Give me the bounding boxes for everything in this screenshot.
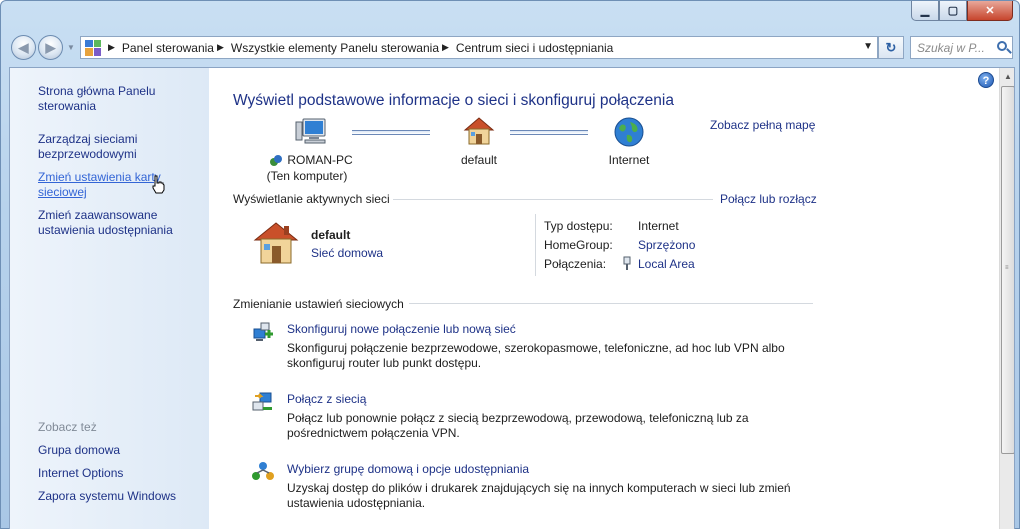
sidebar-link-control-panel-home[interactable]: Strona główna Panelu sterowania xyxy=(38,84,198,114)
connect-to-network-desc: Połącz lub ponownie połącz z siecią bezp… xyxy=(287,411,749,440)
section-divider xyxy=(409,303,813,304)
globe-icon xyxy=(614,117,644,147)
map-node-default[interactable]: default xyxy=(445,152,513,168)
see-also-heading: Zobacz też xyxy=(38,420,97,434)
computer-icon xyxy=(295,118,326,144)
arrow-left-icon: ◀ xyxy=(18,39,29,55)
map-connector-line xyxy=(352,130,430,135)
scroll-up-icon[interactable]: ▲ xyxy=(1004,72,1012,81)
access-type-value: Internet xyxy=(638,219,679,233)
help-icon: ? xyxy=(982,75,990,87)
grip-icon: ≡ xyxy=(1005,265,1009,271)
breadcrumb-network-center[interactable]: Centrum sieci i udostępniania xyxy=(456,41,613,55)
hand-cursor-icon xyxy=(152,175,165,194)
breadcrumb-chevron-icon[interactable]: ▶ xyxy=(217,42,224,53)
map-connector-line xyxy=(510,130,588,135)
address-bar[interactable]: ▶ Panel sterowania ▶ Wszystkie elementy … xyxy=(80,36,878,59)
refresh-button[interactable]: ↻ xyxy=(878,36,904,59)
change-settings-heading: Zmienianie ustawień sieciowych xyxy=(233,297,404,311)
control-panel-icon xyxy=(85,39,101,56)
setup-new-connection-link[interactable]: Skonfiguruj nowe połączenie lub nową sie… xyxy=(287,322,516,336)
maximize-button[interactable]: ▢ xyxy=(939,1,967,21)
network-status-icon xyxy=(270,155,282,166)
homegroup-sharing-link[interactable]: Wybierz grupę domową i opcje udostępnian… xyxy=(287,462,529,476)
access-type-label: Typ dostępu: xyxy=(544,219,613,233)
local-area-connection-link[interactable]: Local Area xyxy=(638,257,695,271)
setup-new-connection-desc: Skonfiguruj połączenie bezprzewodowe, sz… xyxy=(287,341,785,370)
house-icon xyxy=(253,222,299,264)
help-button[interactable]: ? xyxy=(978,72,994,88)
ethernet-cable-icon xyxy=(623,256,631,270)
connections-label: Połączenia: xyxy=(544,257,607,271)
breadcrumb-chevron-icon[interactable]: ▶ xyxy=(442,42,449,53)
sidebar: Strona główna Panelu sterowania Zarządza… xyxy=(10,68,209,529)
maximize-icon: ▢ xyxy=(947,5,959,17)
close-button[interactable]: ✕ xyxy=(967,1,1013,21)
page-title: Wyświetl podstawowe informacje o sieci i… xyxy=(233,92,674,109)
breadcrumb-control-panel[interactable]: Panel sterowania xyxy=(122,41,214,55)
network-type-link[interactable]: Sieć domowa xyxy=(311,246,383,260)
search-icon[interactable] xyxy=(997,41,1007,51)
forward-button[interactable]: ▶ xyxy=(38,35,63,60)
minimize-icon: ▁ xyxy=(920,5,930,17)
sidebar-link-advanced-sharing[interactable]: Zmień zaawansowane ustawienia udostępnia… xyxy=(38,208,198,238)
vertical-divider xyxy=(535,214,536,276)
sidebar-link-homegroup[interactable]: Grupa domowa xyxy=(38,443,120,457)
vertical-scrollbar[interactable]: ▲ ≡ xyxy=(999,68,1014,529)
map-node-internet[interactable]: Internet xyxy=(594,152,664,168)
content-area: Strona główna Panelu sterowania Zarządza… xyxy=(9,67,1015,529)
main-panel: Wyświetl podstawowe informacje o sieci i… xyxy=(209,68,999,529)
breadcrumb-chevron-icon[interactable]: ▶ xyxy=(108,42,115,53)
homegroup-label: HomeGroup: xyxy=(544,238,613,252)
connect-disconnect-link[interactable]: Połącz lub rozłącz xyxy=(720,192,817,206)
active-networks-heading: Wyświetlanie aktywnych sieci xyxy=(233,192,390,206)
close-icon: ✕ xyxy=(985,5,995,17)
sidebar-link-windows-firewall[interactable]: Zapora systemu Windows xyxy=(38,489,176,503)
new-connection-icon xyxy=(253,322,273,341)
connect-to-network-link[interactable]: Połącz z siecią xyxy=(287,392,366,406)
window-frame: ▁ ▢ ✕ ◀ ▶ ▼ ▶ Panel sterowania ▶ Wszystk… xyxy=(0,0,1020,529)
refresh-icon: ↻ xyxy=(885,39,897,55)
search-input[interactable] xyxy=(917,40,991,55)
breadcrumb-all-items[interactable]: Wszystkie elementy Panelu sterowania xyxy=(231,41,439,55)
minimize-button[interactable]: ▁ xyxy=(911,1,939,21)
sidebar-link-internet-options[interactable]: Internet Options xyxy=(38,466,123,480)
navigation-bar: ◀ ▶ ▼ ▶ Panel sterowania ▶ Wszystkie ele… xyxy=(1,33,1020,61)
sidebar-link-manage-wireless[interactable]: Zarządzaj sieciami bezprzewodowymi xyxy=(38,132,198,162)
section-divider xyxy=(393,199,713,200)
homegroup-icon xyxy=(252,462,274,480)
recent-pages-dropdown[interactable]: ▼ xyxy=(67,43,75,52)
homegroup-sharing-desc: Uzyskaj dostęp do plików i drukarek znaj… xyxy=(287,481,791,510)
arrow-right-icon: ▶ xyxy=(45,39,56,55)
connect-to-network-icon xyxy=(252,392,272,411)
homegroup-status-link[interactable]: Sprzężono xyxy=(638,238,695,252)
scrollbar-thumb[interactable]: ≡ xyxy=(1001,86,1014,454)
search-box[interactable] xyxy=(910,36,1013,59)
see-full-map-link[interactable]: Zobacz pełną mapę xyxy=(710,118,815,132)
map-node-computer-sublabel: (Ten komputer) xyxy=(266,169,348,183)
address-dropdown-icon[interactable]: ▼ xyxy=(863,41,873,52)
house-icon xyxy=(463,117,495,145)
sidebar-link-adapter-settings[interactable]: Zmień ustawienia karty sieciowej xyxy=(38,170,198,200)
window-controls: ▁ ▢ ✕ xyxy=(911,1,1013,21)
map-node-computer[interactable]: ROMAN-PC xyxy=(287,152,353,168)
back-button[interactable]: ◀ xyxy=(11,35,36,60)
active-network-name: default xyxy=(311,228,351,242)
map-node-computer-label: ROMAN-PC xyxy=(287,153,353,167)
